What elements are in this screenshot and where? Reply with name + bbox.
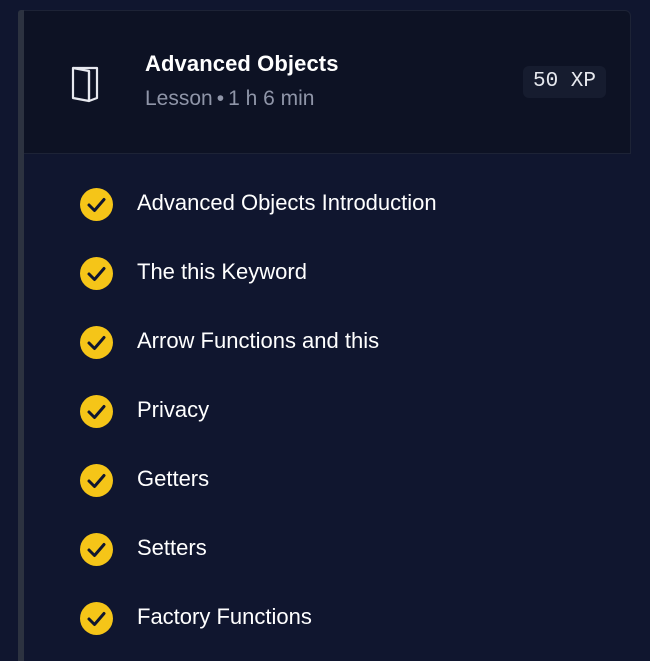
lesson-type: Lesson	[145, 87, 213, 110]
lesson-duration: 1 h 6 min	[228, 87, 315, 110]
list-item[interactable]: The this Keyword	[24, 250, 631, 298]
list-item[interactable]: Privacy	[24, 388, 631, 436]
list-item[interactable]: Advanced Objects Introduction	[24, 181, 631, 229]
list-item[interactable]: Factory Functions	[24, 595, 631, 643]
check-circle-icon	[80, 533, 113, 566]
check-circle-icon	[80, 326, 113, 359]
list-item-label: Factory Functions	[137, 604, 312, 629]
xp-badge: 50 XP	[522, 66, 606, 98]
list-item-label: Advanced Objects Introduction	[137, 190, 437, 215]
book-icon	[71, 66, 99, 103]
lesson-title: Advanced Objects	[145, 51, 339, 76]
list-item[interactable]: Getters	[24, 457, 631, 505]
check-circle-icon	[80, 464, 113, 497]
lesson-header[interactable]: Advanced Objects Lesson • 1 h 6 min 50 XP	[24, 10, 631, 154]
list-item[interactable]: Setters	[24, 526, 631, 574]
check-circle-icon	[80, 395, 113, 428]
list-item-label: Arrow Functions and this	[137, 328, 380, 353]
check-circle-icon	[80, 602, 113, 635]
check-circle-icon	[80, 188, 113, 221]
list-item-label: Setters	[137, 535, 207, 560]
list-item[interactable]: Arrow Functions and this	[24, 319, 631, 367]
lesson-panel: Advanced Objects Lesson • 1 h 6 min 50 XP …	[0, 0, 650, 661]
list-item-label: Privacy	[137, 397, 210, 422]
list-item-label: Getters	[137, 466, 210, 491]
meta-separator: •	[216, 87, 225, 110]
lesson-meta: Lesson • 1 h 6 min	[145, 87, 314, 111]
check-circle-icon	[80, 257, 113, 290]
list-item-label: The this Keyword	[137, 259, 307, 284]
